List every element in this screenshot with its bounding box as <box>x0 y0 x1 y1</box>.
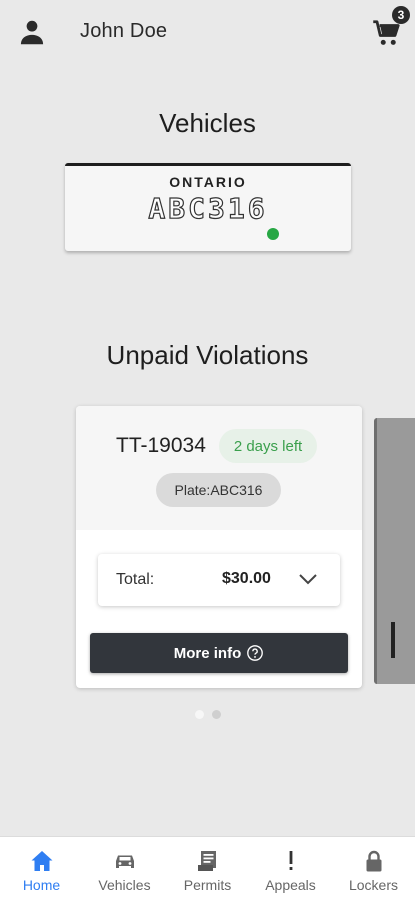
vehicle-plate-card[interactable]: ONTARIO ABC316 <box>65 163 351 251</box>
nav-item-lockers[interactable]: Lockers <box>332 837 415 900</box>
next-card-button-edge <box>391 622 395 658</box>
carousel-dots <box>0 710 415 719</box>
total-label: Total: <box>116 571 155 588</box>
nav-label-home: Home <box>22 877 61 893</box>
plate-chip: Plate:ABC316 <box>156 473 281 507</box>
cart-count-badge: 3 <box>392 6 410 24</box>
permit-icon <box>195 849 221 873</box>
carousel-dot-1[interactable] <box>194 710 204 719</box>
nav-item-appeals[interactable]: Appeals <box>249 837 332 900</box>
total-amount: $30.00 <box>222 570 271 587</box>
violation-card: TT-19034 2 days left Plate:ABC316 Total:… <box>76 406 362 688</box>
nav-label-appeals: Appeals <box>265 877 316 893</box>
nav-label-lockers: Lockers <box>348 877 399 893</box>
plate-province: ONTARIO <box>169 174 247 190</box>
bottom-nav: Home Vehicles Permits Appeals Lockers <box>0 836 415 900</box>
help-icon <box>247 645 264 661</box>
nav-label-vehicles: Vehicles <box>98 877 151 893</box>
home-icon <box>29 849 55 873</box>
vehicles-title: Vehicles <box>159 108 256 138</box>
exclamation-icon <box>278 849 304 873</box>
carousel-dot-2[interactable] <box>211 710 221 719</box>
user-name: John Doe <box>80 20 168 42</box>
nav-item-permits[interactable]: Permits <box>166 837 249 900</box>
more-info-button[interactable]: More info <box>90 633 348 673</box>
violations-title: Unpaid Violations <box>106 340 309 370</box>
next-violation-card[interactable] <box>374 418 415 684</box>
user-icon[interactable] <box>18 18 46 46</box>
app-screen: John Doe 3 Vehicles ONTARIO ABC316 Unpai… <box>0 0 415 900</box>
nav-item-home[interactable]: Home <box>0 837 83 900</box>
days-left-badge: 2 days left <box>219 429 317 463</box>
app-header: John Doe 3 <box>0 0 415 64</box>
ticket-id: TT-19034 <box>116 434 206 457</box>
chevron-down-icon[interactable] <box>298 572 318 586</box>
lock-icon <box>361 849 387 873</box>
violation-card-header: TT-19034 2 days left Plate:ABC316 <box>76 406 362 530</box>
car-icon <box>112 849 138 873</box>
nav-item-vehicles[interactable]: Vehicles <box>83 837 166 900</box>
nav-label-permits: Permits <box>183 877 232 893</box>
more-info-label: More info <box>173 644 242 662</box>
plate-status-dot <box>267 228 279 240</box>
plate-number: ABC316 <box>148 191 268 225</box>
total-dropdown[interactable]: Total: $30.00 <box>98 554 340 606</box>
